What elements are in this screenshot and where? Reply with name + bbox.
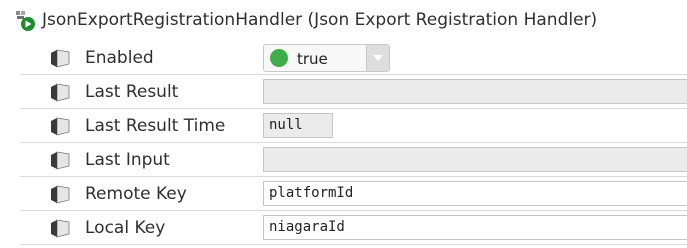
property-label: Enabled xyxy=(85,48,154,68)
property-label: Last Result Time xyxy=(85,116,226,136)
dropdown-button[interactable] xyxy=(366,45,389,71)
status-dot-icon xyxy=(270,49,288,67)
remote-key-input[interactable]: platformId xyxy=(263,181,687,206)
local-key-value: niagaraId xyxy=(269,219,345,235)
chevron-down-icon xyxy=(373,55,383,61)
slot-icon xyxy=(49,117,71,136)
property-row-last-result: Last Result xyxy=(20,75,687,109)
property-row-last-input: Last Input xyxy=(20,143,687,177)
last-input-field xyxy=(263,147,687,172)
property-row-remote-key: Remote Key platformId xyxy=(20,177,687,211)
slot-icon xyxy=(49,185,71,204)
enabled-value: true xyxy=(297,50,328,68)
slot-icon xyxy=(49,151,71,170)
property-row-last-result-time: Last Result Time null xyxy=(20,109,687,143)
component-header: JsonExportRegistrationHandler (Json Expo… xyxy=(0,0,687,40)
property-row-local-key: Local Key niagaraId xyxy=(20,211,687,245)
property-label: Last Input xyxy=(85,150,170,170)
component-title: JsonExportRegistrationHandler (Json Expo… xyxy=(42,10,598,30)
last-result-time-value: null xyxy=(269,117,303,133)
property-label: Local Key xyxy=(85,218,166,238)
property-label: Last Result xyxy=(85,82,179,102)
last-result-field xyxy=(263,79,687,104)
remote-key-value: platformId xyxy=(269,185,354,201)
slot-icon xyxy=(49,49,71,68)
component-icon xyxy=(15,9,39,33)
last-result-time-field: null xyxy=(263,113,333,138)
enabled-dropdown[interactable]: true xyxy=(263,44,390,72)
property-label: Remote Key xyxy=(85,184,187,204)
slot-icon xyxy=(49,83,71,102)
slot-icon xyxy=(49,219,71,238)
property-row-enabled: Enabled true xyxy=(20,41,687,75)
local-key-input[interactable]: niagaraId xyxy=(263,215,687,240)
